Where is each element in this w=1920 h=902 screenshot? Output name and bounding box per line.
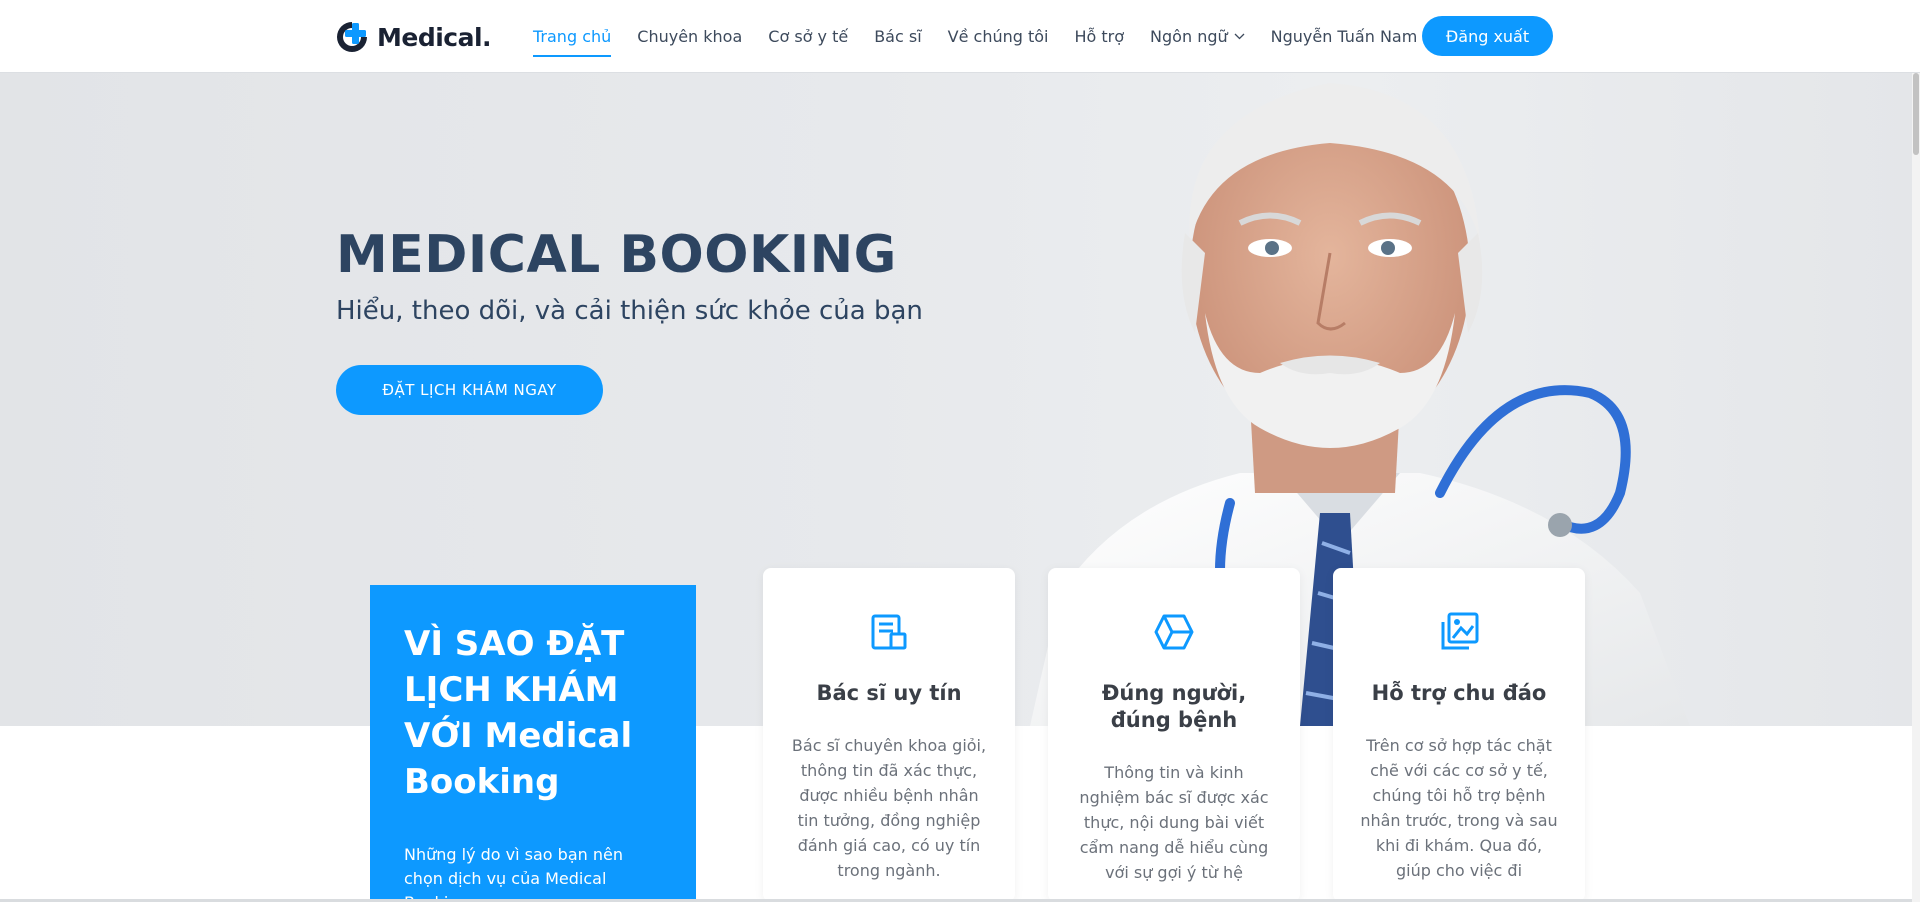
why-description: Những lý do vì sao bạn nên chọn dịch vụ …	[404, 845, 623, 902]
nav-specialties[interactable]: Chuyên khoa	[637, 0, 742, 73]
hero-subtitle: Hiểu, theo dõi, và cải thiện sức khỏe củ…	[336, 296, 923, 326]
feature-text: Trên cơ sở hợp tác chặt chẽ với các cơ s…	[1360, 736, 1558, 880]
medical-cross-logo-icon	[337, 22, 367, 52]
nav-label: Cơ sở y tế	[768, 27, 849, 46]
hero-title: MEDICAL BOOKING	[336, 225, 897, 285]
feature-card-right-doctor: Đúng người, đúng bệnh Thông tin và kinh …	[1048, 568, 1300, 902]
main-nav: Trang chủ Chuyên khoa Cơ sở y tế Bác sĩ …	[520, 0, 1447, 73]
page-scrollbar[interactable]	[1912, 73, 1920, 902]
nav-label: Bác sĩ	[874, 27, 922, 46]
logo-text: Medical.	[377, 22, 492, 52]
top-navbar: Medical. Trang chủ Chuyên khoa Cơ sở y t…	[0, 0, 1920, 73]
nav-about[interactable]: Về chúng tôi	[948, 0, 1049, 73]
nav-label: Nguyễn Tuấn Nam	[1270, 27, 1418, 46]
why-title: VÌ SAO ĐẶT LỊCH KHÁM VỚI Medical Booking	[404, 624, 633, 802]
nav-label: Chuyên khoa	[637, 27, 743, 46]
nav-doctors[interactable]: Bác sĩ	[874, 0, 921, 73]
feature-text: Thông tin và kinh nghiệm bác sĩ được xác…	[1079, 763, 1269, 882]
gallery-icon	[1441, 612, 1479, 650]
nav-label: Ngôn ngữ	[1150, 27, 1228, 46]
document-icon	[871, 614, 907, 650]
feature-title: Hỗ trợ chu đáo	[1371, 681, 1547, 705]
nav-user-dropdown[interactable]: Nguyễn Tuấn Nam	[1271, 0, 1435, 73]
nav-facilities[interactable]: Cơ sở y tế	[768, 0, 848, 73]
scrollbar-thumb[interactable]	[1913, 73, 1919, 155]
chevron-down-icon	[1234, 33, 1245, 40]
nav-home[interactable]: Trang chủ	[533, 0, 612, 73]
nav-label: Trang chủ	[533, 27, 612, 46]
feature-text: Bác sĩ chuyên khoa giỏi, thông tin đã xá…	[791, 736, 987, 880]
feature-title: Đúng người, đúng bệnh	[1101, 681, 1247, 732]
nav-label: Về chúng tôi	[947, 27, 1049, 46]
logout-button[interactable]: Đăng xuất	[1422, 16, 1553, 56]
hexagon-icon	[1154, 614, 1194, 650]
logo[interactable]: Medical.	[335, 18, 492, 56]
nav-support[interactable]: Hỗ trợ	[1075, 0, 1125, 73]
nav-language-dropdown[interactable]: Ngôn ngữ	[1150, 0, 1245, 73]
why-choose-box: VÌ SAO ĐẶT LỊCH KHÁM VỚI Medical Booking…	[370, 585, 696, 902]
feature-card-support: Hỗ trợ chu đáo Trên cơ sở hợp tác chặt c…	[1333, 568, 1585, 902]
feature-title: Bác sĩ uy tín	[816, 681, 962, 705]
feature-card-trusted-doctors: Bác sĩ uy tín Bác sĩ chuyên khoa giỏi, t…	[763, 568, 1015, 902]
nav-label: Hỗ trợ	[1074, 27, 1125, 46]
book-now-button[interactable]: ĐẶT LỊCH KHÁM NGAY	[336, 365, 603, 415]
